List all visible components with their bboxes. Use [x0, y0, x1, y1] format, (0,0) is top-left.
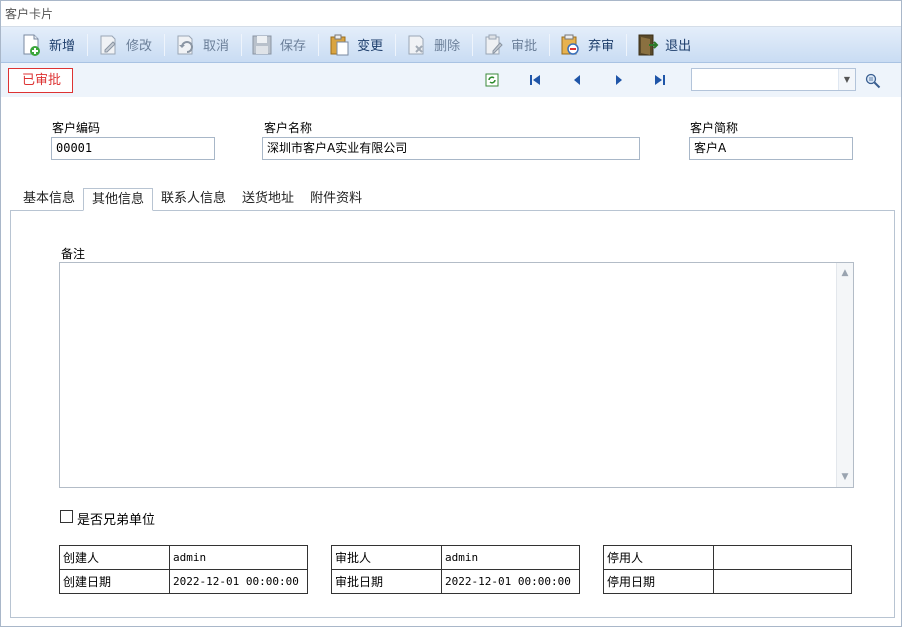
save-label: 保存 [280, 39, 307, 54]
approved-at-label: 审批日期 [331, 569, 442, 594]
toolbar-separator [549, 33, 551, 56]
toolbar-separator [241, 33, 243, 56]
customer-name-field[interactable]: 深圳市客户A实业有限公司 [262, 137, 640, 160]
exit-button[interactable]: 退出 [631, 30, 699, 60]
clipboard-icon [327, 33, 351, 57]
tab-attachments[interactable]: 附件资料 [302, 188, 370, 211]
change-button[interactable]: 变更 [323, 30, 391, 60]
exit-label: 退出 [665, 39, 692, 54]
unapprove-icon [558, 33, 582, 57]
delete-button[interactable]: 删除 [400, 30, 468, 60]
window-title: 客户卡片 [1, 1, 901, 27]
unapprove-button[interactable]: 弃审 [554, 30, 622, 60]
previous-record-icon[interactable] [570, 73, 584, 87]
approve-button[interactable]: 审批 [477, 30, 545, 60]
customer-short-name-field[interactable]: 客户A [689, 137, 853, 160]
approve-icon [481, 33, 505, 57]
record-navbar: 已审批 ▼ [1, 63, 901, 97]
delete-label: 删除 [434, 39, 461, 54]
toolbar-separator [395, 33, 397, 56]
approver-value: admin [441, 545, 580, 570]
approver-label: 审批人 [331, 545, 442, 570]
record-search-combo[interactable]: ▼ [691, 68, 856, 91]
customer-code-field[interactable]: 00001 [51, 137, 215, 160]
next-record-icon[interactable] [612, 73, 626, 87]
edit-label: 修改 [126, 39, 153, 54]
creator-label: 创建人 [59, 545, 170, 570]
sibling-unit-label: 是否兄弟单位 [77, 513, 156, 528]
chevron-down-icon[interactable]: ▼ [838, 69, 855, 90]
customer-name-label: 客户名称 [264, 121, 313, 135]
memo-textarea[interactable] [59, 262, 854, 488]
edit-icon [96, 33, 120, 57]
memo-scrollbar[interactable]: ▲ ▼ [836, 263, 853, 487]
disabler-table: 停用人 停用日期 [603, 545, 852, 594]
tab-delivery-address[interactable]: 送货地址 [234, 188, 302, 211]
memo-label: 备注 [61, 247, 86, 261]
toolbar-separator [472, 33, 474, 56]
customer-short-name-label: 客户简称 [690, 121, 739, 135]
scroll-down-icon[interactable]: ▼ [837, 469, 853, 485]
new-button[interactable]: 新增 [15, 30, 83, 60]
created-at-label: 创建日期 [59, 569, 170, 594]
approver-table: 审批人 admin 审批日期 2022-12-01 00:00:00 [331, 545, 580, 594]
disabled-at-value [713, 569, 852, 594]
save-button[interactable]: 保存 [246, 30, 314, 60]
tab-contacts[interactable]: 联系人信息 [153, 188, 234, 211]
refresh-icon[interactable] [485, 73, 499, 87]
disabled-at-label: 停用日期 [603, 569, 714, 594]
disabler-label: 停用人 [603, 545, 714, 570]
tab-basic-info[interactable]: 基本信息 [15, 188, 83, 211]
creator-table: 创建人 admin 创建日期 2022-12-01 00:00:00 [59, 545, 308, 594]
scroll-up-icon[interactable]: ▲ [837, 265, 853, 281]
change-label: 变更 [357, 39, 384, 54]
first-record-icon[interactable] [528, 73, 542, 87]
created-at-value: 2022-12-01 00:00:00 [169, 569, 308, 594]
tab-strip: 基本信息 其他信息 联系人信息 送货地址 附件资料 [15, 188, 370, 211]
last-record-icon[interactable] [653, 73, 667, 87]
exit-icon [635, 33, 659, 57]
cancel-label: 取消 [203, 39, 230, 54]
disabler-value [713, 545, 852, 570]
new-doc-icon [19, 33, 43, 57]
toolbar-separator [87, 33, 89, 56]
customer-code-label: 客户编码 [52, 121, 101, 135]
undo-icon [173, 33, 197, 57]
customer-card-window: 客户卡片 新增 修改 取消 保存 变更 删除 审批 弃审 退出 已审批 ▼ 客户… [0, 0, 902, 627]
search-icon[interactable] [865, 73, 881, 89]
approve-label: 审批 [511, 39, 538, 54]
creator-value: admin [169, 545, 308, 570]
edit-button[interactable]: 修改 [92, 30, 160, 60]
tab-other-info[interactable]: 其他信息 [83, 188, 154, 211]
unapprove-label: 弃审 [588, 39, 615, 54]
new-label: 新增 [49, 39, 76, 54]
sibling-unit-checkbox[interactable] [60, 510, 73, 523]
toolbar-separator [318, 33, 320, 56]
toolbar-separator [626, 33, 628, 56]
approved-at-value: 2022-12-01 00:00:00 [441, 569, 580, 594]
toolbar: 新增 修改 取消 保存 变更 删除 审批 弃审 退出 [1, 27, 901, 63]
save-icon [250, 33, 274, 57]
delete-icon [404, 33, 428, 57]
toolbar-separator [164, 33, 166, 56]
status-badge: 已审批 [8, 68, 73, 93]
cancel-button[interactable]: 取消 [169, 30, 237, 60]
